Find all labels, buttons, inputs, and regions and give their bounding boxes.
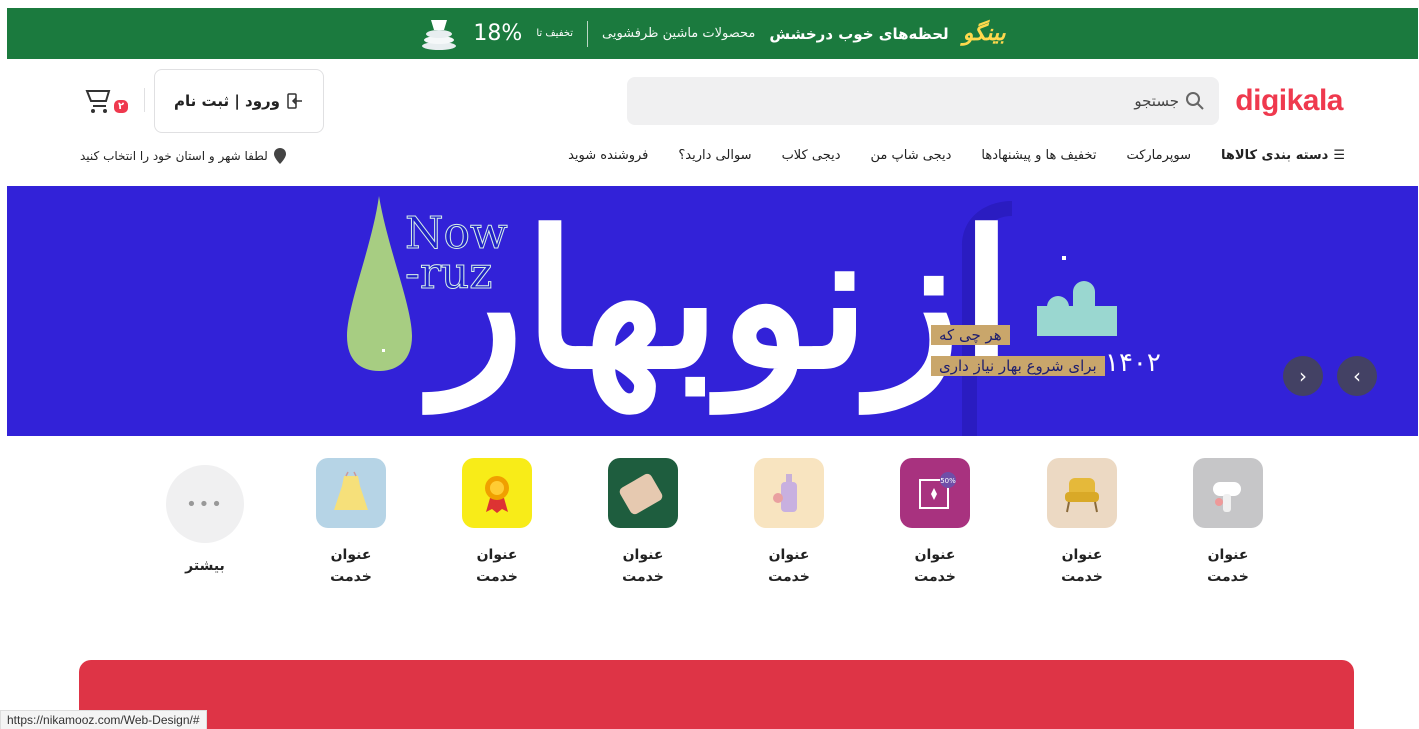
promo-headline: لحظه‌های خوب درخشش bbox=[769, 24, 949, 43]
hair-dryer-icon bbox=[1193, 458, 1263, 528]
service-title: عنوان bbox=[476, 547, 518, 563]
promo-brand: بینگو bbox=[962, 21, 1006, 46]
service-item[interactable]: عنوان خدمت bbox=[306, 458, 396, 588]
promo-section[interactable] bbox=[79, 660, 1354, 729]
promo-discount-prefix: تخفیف تا bbox=[536, 28, 573, 39]
location-pin-icon bbox=[273, 148, 286, 164]
dishes-icon bbox=[422, 19, 457, 50]
service-title: عنوان bbox=[768, 547, 810, 563]
nav-digishop[interactable]: دیجی شاپ من bbox=[871, 148, 952, 163]
hero-banner[interactable]: Now -ruz ازنوبهار هر چی که برای شروع بها… bbox=[7, 186, 1418, 436]
promo-discount-value: 18% bbox=[473, 21, 523, 46]
discount-badge: 50% bbox=[940, 477, 956, 485]
nav-item-label: دسته بندی کالاها bbox=[1221, 148, 1329, 163]
hero-tagline-1: هر چی که bbox=[931, 325, 1010, 345]
cart-count-badge: ۲ bbox=[114, 100, 129, 113]
more-services-button[interactable]: ••• بیشتر bbox=[160, 458, 250, 577]
services-row: عنوان خدمت عنوان خدمت 50% عنوان خدمت عنوان خ… bbox=[140, 458, 1290, 598]
menu-icon: ☰ bbox=[1333, 148, 1345, 163]
location-selector[interactable]: لطفا شهر و استان خود را انتخاب کنید bbox=[80, 148, 286, 164]
suitcase-icon bbox=[608, 458, 678, 528]
service-item[interactable]: عنوان خدمت bbox=[598, 458, 688, 588]
service-subtitle: خدمت bbox=[1061, 569, 1103, 585]
digikala-logo[interactable]: digikala bbox=[1235, 84, 1343, 118]
service-item[interactable]: عنوان خدمت bbox=[452, 458, 542, 588]
carousel-prev-button[interactable]: ‹ bbox=[1337, 356, 1377, 396]
hero-headline: ازنوبهار bbox=[433, 190, 1019, 411]
search-bar[interactable] bbox=[627, 77, 1219, 125]
carousel-next-button[interactable]: › bbox=[1283, 356, 1323, 396]
service-title: عنوان bbox=[914, 547, 956, 563]
nav-supermarket[interactable]: سوپرمارکت bbox=[1126, 148, 1191, 163]
service-subtitle: خدمت bbox=[1207, 569, 1249, 585]
service-title: عنوان bbox=[1061, 547, 1103, 563]
nav-become-seller[interactable]: فروشنده شوید bbox=[568, 148, 648, 163]
service-subtitle: خدمت bbox=[622, 569, 664, 585]
cart-button[interactable]: ۲ bbox=[84, 86, 130, 120]
login-icon bbox=[287, 93, 303, 109]
armchair-icon bbox=[1047, 458, 1117, 528]
service-subtitle: خدمت bbox=[330, 569, 372, 585]
nav-faq[interactable]: سوالی دارید؟ bbox=[678, 148, 751, 163]
hero-year: ۱۴۰۲ bbox=[1105, 348, 1161, 378]
service-title: عنوان bbox=[1207, 547, 1249, 563]
service-subtitle: خدمت bbox=[914, 569, 956, 585]
header-divider bbox=[144, 88, 145, 112]
more-label: بیشتر bbox=[185, 558, 225, 574]
location-label: لطفا شهر و استان خود را انتخاب کنید bbox=[80, 149, 268, 163]
kids-dress-icon bbox=[316, 458, 386, 528]
more-dots-icon: ••• bbox=[166, 465, 244, 543]
site-header: digikala ورود | ثبت نام ۲ ☰ دسته بندی کا… bbox=[0, 60, 1419, 186]
service-subtitle: خدمت bbox=[768, 569, 810, 585]
nav-categories[interactable]: ☰ دسته بندی کالاها bbox=[1221, 148, 1345, 163]
search-input[interactable] bbox=[659, 92, 1179, 110]
nav-digiclub[interactable]: دیجی کلاب bbox=[782, 148, 841, 163]
service-item[interactable]: عنوان خدمت bbox=[1037, 458, 1127, 588]
login-label: ورود | ثبت نام bbox=[173, 92, 281, 110]
discount-tag-icon: 50% bbox=[900, 458, 970, 528]
service-subtitle: خدمت bbox=[476, 569, 518, 585]
login-button[interactable]: ورود | ثبت نام bbox=[154, 69, 324, 133]
status-url: https://nikamooz.com/Web-Design/# bbox=[0, 710, 207, 729]
cart-icon bbox=[85, 90, 111, 113]
service-title: عنوان bbox=[330, 547, 372, 563]
search-icon bbox=[1186, 92, 1204, 110]
promo-banner[interactable]: بینگو لحظه‌های خوب درخشش محصولات ماشین ظ… bbox=[7, 8, 1418, 59]
promo-subtitle: محصولات ماشین ظرفشویی bbox=[602, 26, 756, 41]
promo-divider bbox=[587, 20, 588, 47]
service-item[interactable]: عنوان خدمت bbox=[1183, 458, 1273, 588]
hero-tagline-2: برای شروع بهار نیاز داری bbox=[931, 356, 1105, 376]
chevron-right-icon: › bbox=[1299, 364, 1307, 388]
service-item[interactable]: 50% عنوان خدمت bbox=[890, 458, 980, 588]
chevron-left-icon: ‹ bbox=[1353, 364, 1361, 388]
medal-icon bbox=[462, 458, 532, 528]
service-title: عنوان bbox=[622, 547, 664, 563]
service-item[interactable]: عنوان خدمت bbox=[744, 458, 834, 588]
nav-offers[interactable]: تخفیف ها و پیشنهادها bbox=[981, 148, 1096, 163]
cosmetics-icon bbox=[754, 458, 824, 528]
main-nav: ☰ دسته بندی کالاها سوپرمارکت تخفیف ها و … bbox=[568, 148, 1345, 163]
